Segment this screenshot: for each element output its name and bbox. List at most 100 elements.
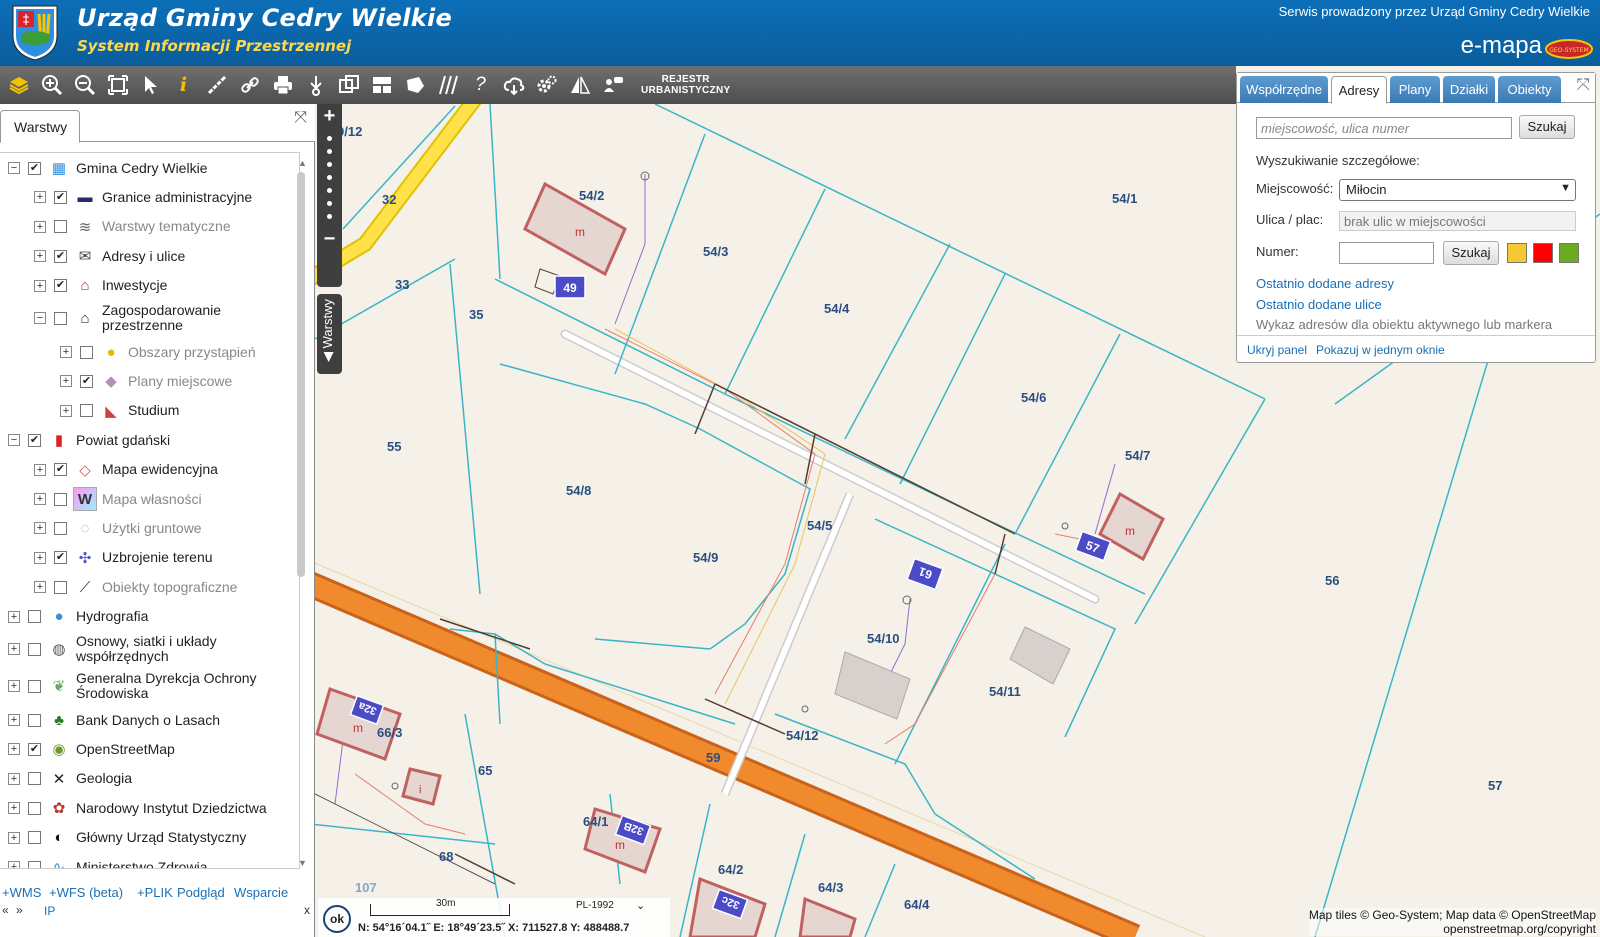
layer-checkbox[interactable]: [54, 311, 67, 325]
layer-row[interactable]: + ◍ Osnowy, siatki i układy współrzędnych: [0, 631, 217, 667]
collapse-toggle-icon[interactable]: −: [8, 434, 20, 447]
tab-warstwy[interactable]: Warstwy: [0, 110, 80, 143]
print-icon[interactable]: [266, 69, 299, 101]
copyright-line2[interactable]: openstreetmap.org/copyright: [1309, 922, 1596, 936]
preview-link[interactable]: Podgląd: [177, 885, 225, 900]
layer-row[interactable]: + ✿ Narodowy Instytut Dziedzictwa: [0, 793, 267, 823]
layer-checkbox[interactable]: [28, 610, 41, 624]
search-panel-close-icon[interactable]: ⤧: [1576, 75, 1590, 95]
numer-search-button[interactable]: Szukaj: [1443, 241, 1499, 265]
layer-checkbox[interactable]: [28, 831, 41, 845]
scroll-up-icon[interactable]: ▲: [298, 158, 307, 168]
layer-checkbox[interactable]: [28, 860, 41, 868]
zoom-out-icon[interactable]: [68, 69, 101, 101]
layer-row[interactable]: + ◐ Główny Urząd Statystyczny: [0, 823, 246, 853]
layer-row[interactable]: − ⌂ Zagospodarowanie przestrzenne: [0, 300, 221, 336]
layer-checkbox[interactable]: [80, 404, 93, 418]
layer-row[interactable]: + ◌ Użytki gruntowe: [0, 513, 202, 543]
layer-row[interactable]: + ∿ Ministerstwo Zdrowia: [0, 852, 207, 868]
layer-checkbox[interactable]: ✔: [54, 463, 67, 477]
layer-checkbox[interactable]: [54, 580, 67, 594]
support-link[interactable]: Wsparcie: [234, 885, 288, 900]
expand-toggle-icon[interactable]: +: [34, 250, 46, 263]
expand-toggle-icon[interactable]: +: [8, 772, 20, 785]
layer-row[interactable]: + ● Hydrografia: [0, 602, 148, 632]
marker-color-red[interactable]: [1533, 243, 1553, 263]
measure-length-icon[interactable]: [200, 69, 233, 101]
layer-checkbox[interactable]: ✔: [54, 279, 67, 293]
search-button[interactable]: Szukaj: [1519, 115, 1575, 139]
layer-checkbox[interactable]: [54, 521, 67, 535]
layer-row[interactable]: − ✔ ▮ Powiat gdański: [0, 425, 170, 455]
expand-toggle-icon[interactable]: +: [8, 831, 20, 844]
expand-toggle-icon[interactable]: +: [34, 493, 46, 505]
add-wms-link[interactable]: +WMS: [2, 885, 41, 900]
layer-row[interactable]: + ✔ ✣ Uzbrojenie terenu: [0, 543, 213, 573]
full-extent-icon[interactable]: [101, 69, 134, 101]
layer-checkbox[interactable]: [28, 679, 41, 693]
layer-row[interactable]: + ♣ Bank Danych o Lasach: [0, 705, 220, 735]
zoom-in-button[interactable]: +: [317, 104, 342, 128]
expand-toggle-icon[interactable]: +: [60, 404, 72, 417]
expand-toggle-icon[interactable]: +: [8, 802, 20, 815]
link-icon[interactable]: [233, 69, 266, 101]
zoom-level-dot[interactable]: [327, 188, 332, 193]
emapa-logo[interactable]: e-mapa: [1461, 32, 1542, 60]
expand-toggle-icon[interactable]: +: [34, 220, 46, 233]
miejscowosc-select[interactable]: Miłocin ▼: [1339, 179, 1576, 201]
nav-next-button[interactable]: »: [16, 903, 23, 917]
layer-checkbox[interactable]: ✔: [54, 551, 67, 565]
layer-row[interactable]: + ⟋ Obiekty topograficzne: [0, 572, 237, 602]
layers-scrollbar-thumb[interactable]: [297, 172, 305, 577]
add-file-link[interactable]: +PLIK: [137, 885, 173, 900]
help-icon[interactable]: ?: [464, 69, 497, 101]
geosystem-logo[interactable]: GEO-SYSTEM: [1544, 38, 1594, 60]
rejestr-urbanistyczny-button[interactable]: REJESTR URBANISTYCZNY: [641, 74, 730, 96]
expand-toggle-icon[interactable]: +: [8, 680, 20, 692]
zoom-in-icon[interactable]: [35, 69, 68, 101]
expand-toggle-icon[interactable]: +: [8, 861, 20, 868]
projection-select[interactable]: PL-1992: [576, 900, 614, 911]
layer-row[interactable]: + ✔ ▬ Granice administracyjne: [0, 182, 252, 212]
layer-row[interactable]: + ✔ ⌂ Inwestycje: [0, 271, 167, 301]
layer-row[interactable]: + W Mapa własności: [0, 484, 202, 514]
zoom-level-dot[interactable]: [327, 175, 332, 180]
add-wfs-link[interactable]: +WFS (beta): [49, 885, 123, 900]
expand-toggle-icon[interactable]: +: [60, 346, 72, 358]
marker-color-green[interactable]: [1559, 243, 1579, 263]
polygon-icon[interactable]: [398, 69, 431, 101]
collapse-toggle-icon[interactable]: −: [8, 162, 20, 174]
layout-icon[interactable]: [365, 69, 398, 101]
numer-input[interactable]: [1339, 242, 1434, 264]
recent-streets-link[interactable]: Ostatnio dodane ulice: [1256, 297, 1382, 312]
expand-toggle-icon[interactable]: +: [34, 551, 46, 564]
layer-checkbox[interactable]: ✔: [54, 190, 67, 204]
tab-obiekty[interactable]: Obiekty: [1498, 76, 1561, 103]
layer-checkbox[interactable]: [28, 642, 41, 656]
expand-toggle-icon[interactable]: +: [34, 463, 46, 476]
tab-adresy[interactable]: Adresy: [1331, 76, 1387, 104]
collapse-toggle-icon[interactable]: −: [34, 312, 46, 324]
zoom-level-dot[interactable]: [327, 214, 332, 219]
tab-wspolrzedne[interactable]: Współrzędne: [1240, 76, 1328, 103]
symmetry-icon[interactable]: [563, 69, 596, 101]
expand-toggle-icon[interactable]: +: [60, 375, 72, 388]
recent-addresses-link[interactable]: Ostatnio dodane adresy: [1256, 276, 1394, 291]
select-pointer-icon[interactable]: [134, 69, 167, 101]
layer-checkbox[interactable]: [28, 772, 41, 786]
users-chat-icon[interactable]: [596, 69, 629, 101]
layer-checkbox[interactable]: ✔: [28, 742, 41, 756]
layer-row[interactable]: + ✔ ✉ Adresy i ulice: [0, 241, 185, 271]
layer-checkbox[interactable]: ✔: [28, 161, 41, 175]
layer-checkbox[interactable]: [54, 492, 67, 506]
layer-row[interactable]: − ✔ ▦ Gmina Cedry Wielkie: [0, 153, 207, 183]
expand-toggle-icon[interactable]: +: [34, 279, 46, 292]
layer-row[interactable]: + ✕ Geologia: [0, 764, 132, 794]
info-icon[interactable]: i: [167, 69, 200, 101]
zoom-level-dot[interactable]: [327, 162, 332, 167]
export-icon[interactable]: [332, 69, 365, 101]
layer-row[interactable]: + ❦ Generalna Dyrekcja Ochrony Środowiska: [0, 668, 257, 704]
zoom-out-button[interactable]: −: [317, 227, 342, 251]
layer-checkbox[interactable]: ✔: [80, 374, 93, 388]
expand-toggle-icon[interactable]: +: [8, 610, 20, 623]
